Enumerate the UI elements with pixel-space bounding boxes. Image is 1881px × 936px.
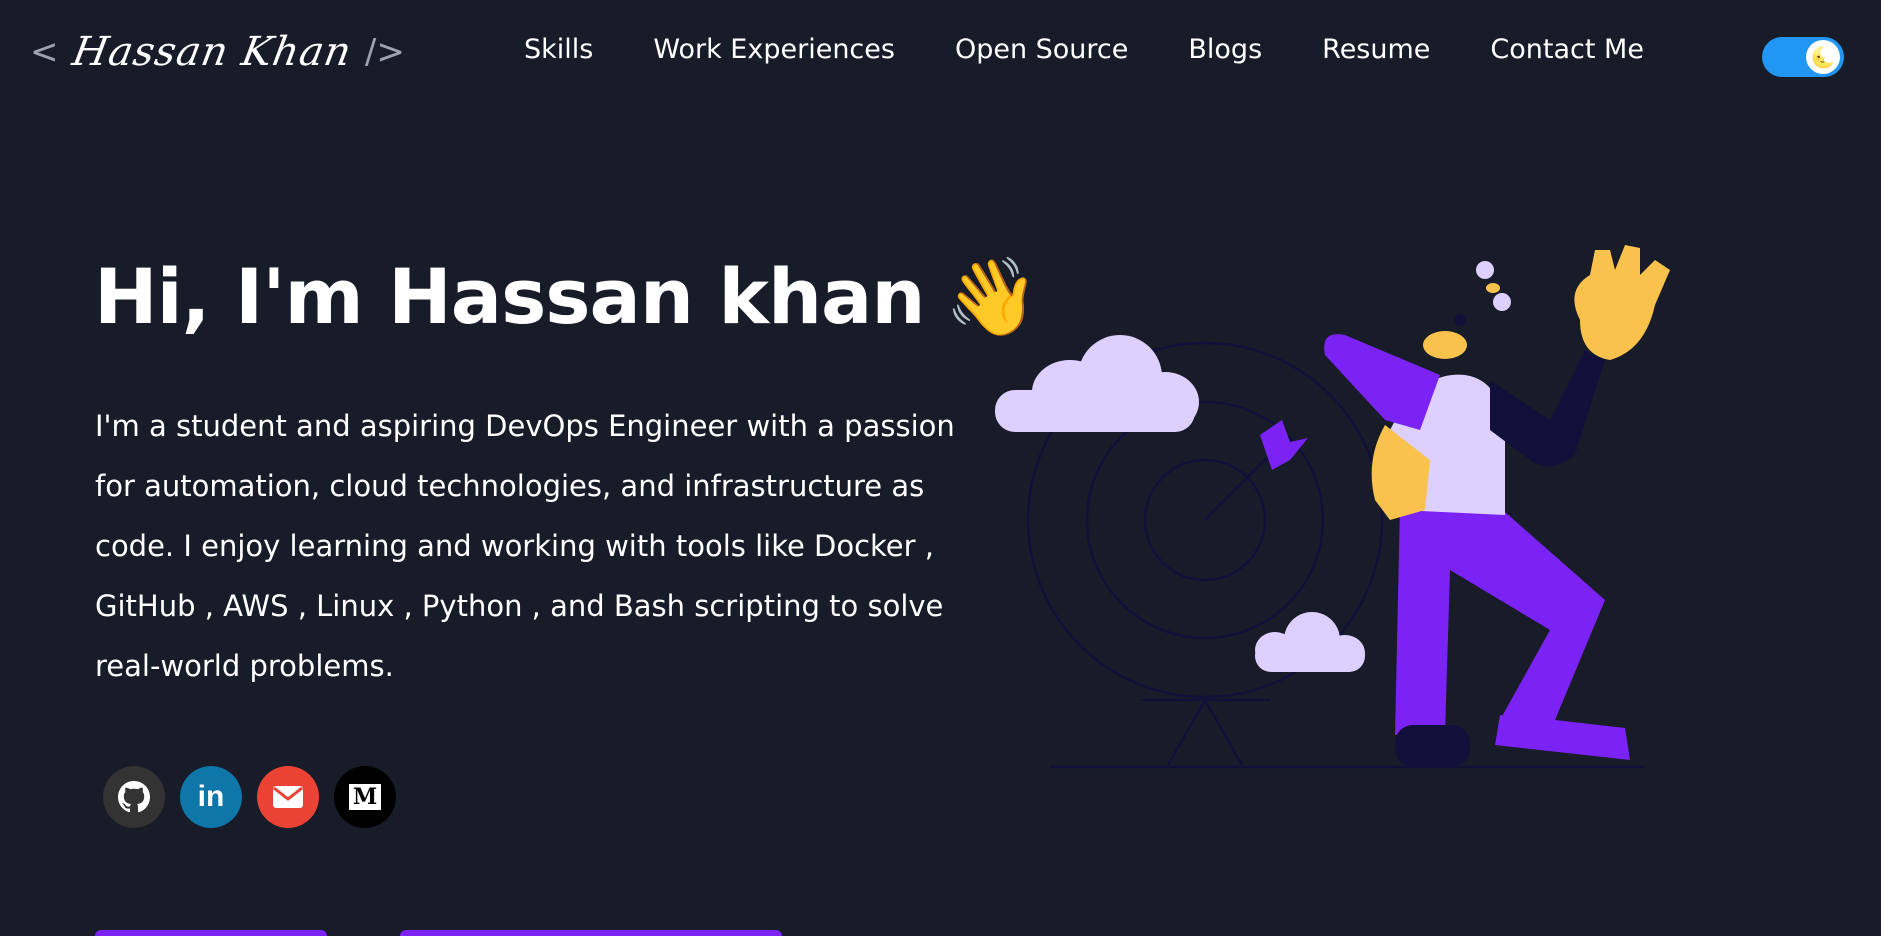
medium-link[interactable]: M [334,766,396,828]
logo-signature: Hassan Khan [68,29,355,75]
small-cloud-icon [1255,612,1365,672]
logo[interactable]: < Hassan Khan /> [30,22,405,82]
github-icon [118,781,150,813]
logo-open-bracket: < [30,32,59,72]
linkedin-icon: in [197,780,225,813]
hero-intro: I'm a student and aspiring DevOps Engine… [95,409,955,683]
person-figure [1324,245,1670,767]
section-tab-right [400,930,782,936]
hero-greeting: Hi, I'm Hassan khan 👋 [94,252,1039,342]
nav-resume[interactable]: Resume [1322,34,1430,65]
dart-icon [1203,420,1308,522]
nav-work-experiences[interactable]: Work Experiences [653,34,895,65]
nav-open-source[interactable]: Open Source [955,34,1128,65]
logo-close-bracket: /> [364,32,405,72]
linkedin-link[interactable]: in [180,766,242,828]
social-links: in M [103,766,396,828]
medium-icon: M [348,784,382,810]
hero-greeting-text: Hi, I'm Hassan khan [94,252,925,341]
github-link[interactable] [103,766,165,828]
nav-contact-me[interactable]: Contact Me [1490,34,1644,65]
theme-toggle[interactable]: 🌜 [1762,37,1844,77]
mail-icon [273,786,303,808]
nav-blogs[interactable]: Blogs [1188,34,1262,65]
page: < Hassan Khan /> Skills Work Experiences… [0,0,1881,936]
nav-skills[interactable]: Skills [524,34,593,65]
main-nav: Skills Work Experiences Open Source Blog… [524,34,1644,65]
moon-icon: 🌜 [1806,40,1840,74]
header: < Hassan Khan /> Skills Work Experiences… [0,0,1881,110]
section-tab-left [95,930,327,936]
email-link[interactable] [257,766,319,828]
cloud-icon [995,335,1199,432]
hero-illustration [995,245,1670,769]
